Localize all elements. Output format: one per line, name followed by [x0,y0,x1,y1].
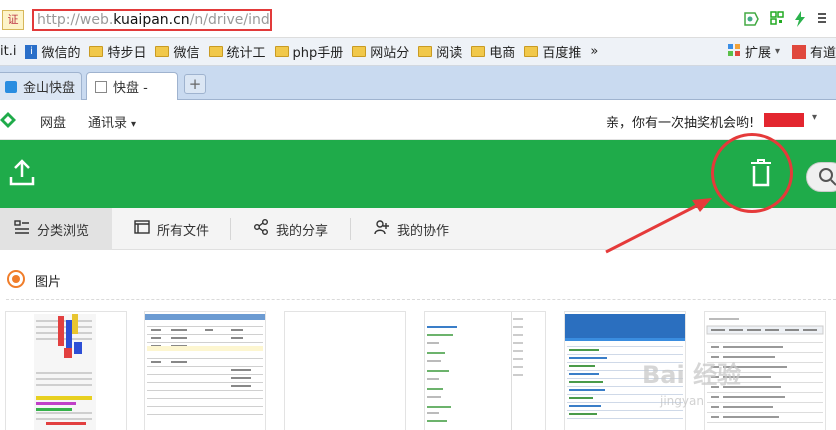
screenshot-root: 证 http://web.kuaipan.cn/n/drive/index it… [0,0,836,430]
watermark-sub: jingyan [660,394,704,408]
watermark: Bai 经验 [642,361,742,389]
